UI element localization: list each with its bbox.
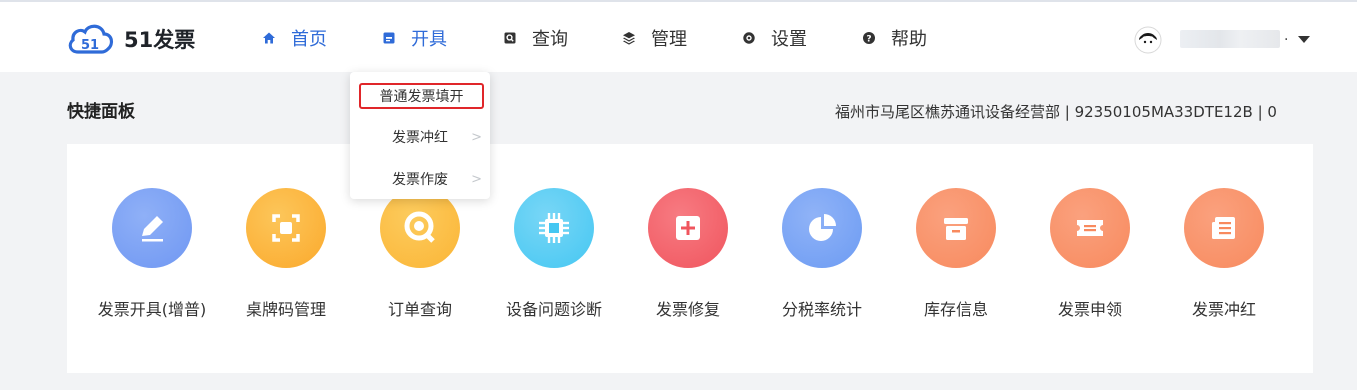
tile-label: 发票修复	[655, 300, 720, 319]
chevron-right-icon: >	[471, 172, 482, 187]
menu-item-label: 普通发票填开	[379, 89, 464, 105]
tile-order-query[interactable]: 订单查询	[345, 188, 495, 320]
magnifier-icon	[380, 188, 460, 268]
top-navbar: 51 51发票 首页 开具 查询 管理 设置 ? 帮助 .	[0, 0, 1357, 72]
nav-issue[interactable]: 开具	[382, 25, 447, 51]
tile-device-diagnosis[interactable]: 设备问题诊断	[479, 188, 629, 320]
nav-manage[interactable]: 管理	[622, 25, 687, 51]
scan-icon	[246, 188, 326, 268]
home-icon	[262, 31, 276, 45]
nav-settings[interactable]: 设置	[742, 25, 807, 51]
nav-help[interactable]: ? 帮助	[862, 25, 927, 51]
plus-square-icon	[648, 188, 728, 268]
avatar-icon	[1134, 26, 1162, 54]
cloud-logo-icon: 51	[68, 24, 114, 54]
nav-settings-label: 设置	[771, 29, 807, 50]
issue-dropdown-menu: 普通发票填开 发票冲红 > 发票作废 >	[350, 72, 490, 199]
chip-icon	[514, 188, 594, 268]
nav-manage-label: 管理	[651, 29, 687, 50]
tile-label: 设备问题诊断	[505, 300, 602, 319]
chevron-right-icon: >	[471, 130, 482, 145]
tile-label: 库存信息	[923, 300, 988, 319]
nav-query[interactable]: 查询	[503, 25, 568, 51]
tile-label: 订单查询	[387, 300, 452, 319]
invoice-icon	[382, 31, 396, 45]
svg-text:?: ?	[866, 35, 871, 45]
pen-icon	[112, 188, 192, 268]
menu-item-label: 发票作废	[392, 172, 448, 188]
layers-icon	[622, 31, 636, 45]
logo-text: 51发票	[124, 28, 196, 52]
tile-table-code[interactable]: 桌牌码管理	[211, 188, 361, 320]
tile-label: 发票冲红	[1191, 300, 1256, 319]
menu-item-normal-invoice[interactable]: 普通发票填开	[359, 83, 484, 109]
panel-title: 快捷面板	[67, 102, 135, 122]
nav-home-label: 首页	[291, 29, 327, 50]
gear-icon	[742, 31, 756, 45]
user-avatar[interactable]	[1134, 26, 1162, 54]
tile-label: 发票开具(增普)	[97, 300, 207, 319]
tile-issue-invoice[interactable]: 发票开具(增普)	[77, 188, 227, 320]
menu-item-void[interactable]: 发票作废 >	[350, 164, 490, 194]
box-icon	[916, 188, 996, 268]
document-icon	[1184, 188, 1264, 268]
nav-issue-label: 开具	[411, 29, 447, 50]
tile-inventory-info[interactable]: 库存信息	[881, 188, 1031, 320]
tile-invoice-red-flush[interactable]: 发票冲红	[1149, 188, 1299, 320]
nav-help-label: 帮助	[891, 29, 927, 50]
menu-item-label: 发票冲红	[392, 130, 448, 146]
nav-home[interactable]: 首页	[262, 25, 327, 51]
user-name-suffix: .	[1284, 28, 1289, 44]
tile-tax-rate-stats[interactable]: 分税率统计	[747, 188, 897, 320]
search-icon	[503, 31, 517, 45]
company-info: 福州市马尾区樵苏通讯设备经营部 | 92350105MA33DTE12B | 0	[835, 103, 1277, 121]
tile-label: 桌牌码管理	[245, 300, 326, 319]
nav-query-label: 查询	[532, 29, 568, 50]
menu-item-red-flush[interactable]: 发票冲红 >	[350, 122, 490, 152]
tile-invoice-apply[interactable]: 发票申领	[1015, 188, 1165, 320]
tile-label: 分税率统计	[781, 300, 862, 319]
chevron-down-icon[interactable]	[1298, 36, 1310, 43]
ticket-icon	[1050, 188, 1130, 268]
pie-chart-icon	[782, 188, 862, 268]
tile-invoice-repair[interactable]: 发票修复	[613, 188, 763, 320]
tile-label: 发票申领	[1057, 300, 1122, 319]
logo[interactable]: 51 51发票	[66, 22, 195, 56]
quick-panel-card: 发票开具(增普) 桌牌码管理 订单查询 设备问题诊断 发票修复 分税率统计 库存…	[67, 144, 1313, 373]
user-name-blurred	[1180, 30, 1280, 48]
svg-text:51: 51	[81, 38, 99, 53]
help-icon: ?	[862, 31, 876, 45]
